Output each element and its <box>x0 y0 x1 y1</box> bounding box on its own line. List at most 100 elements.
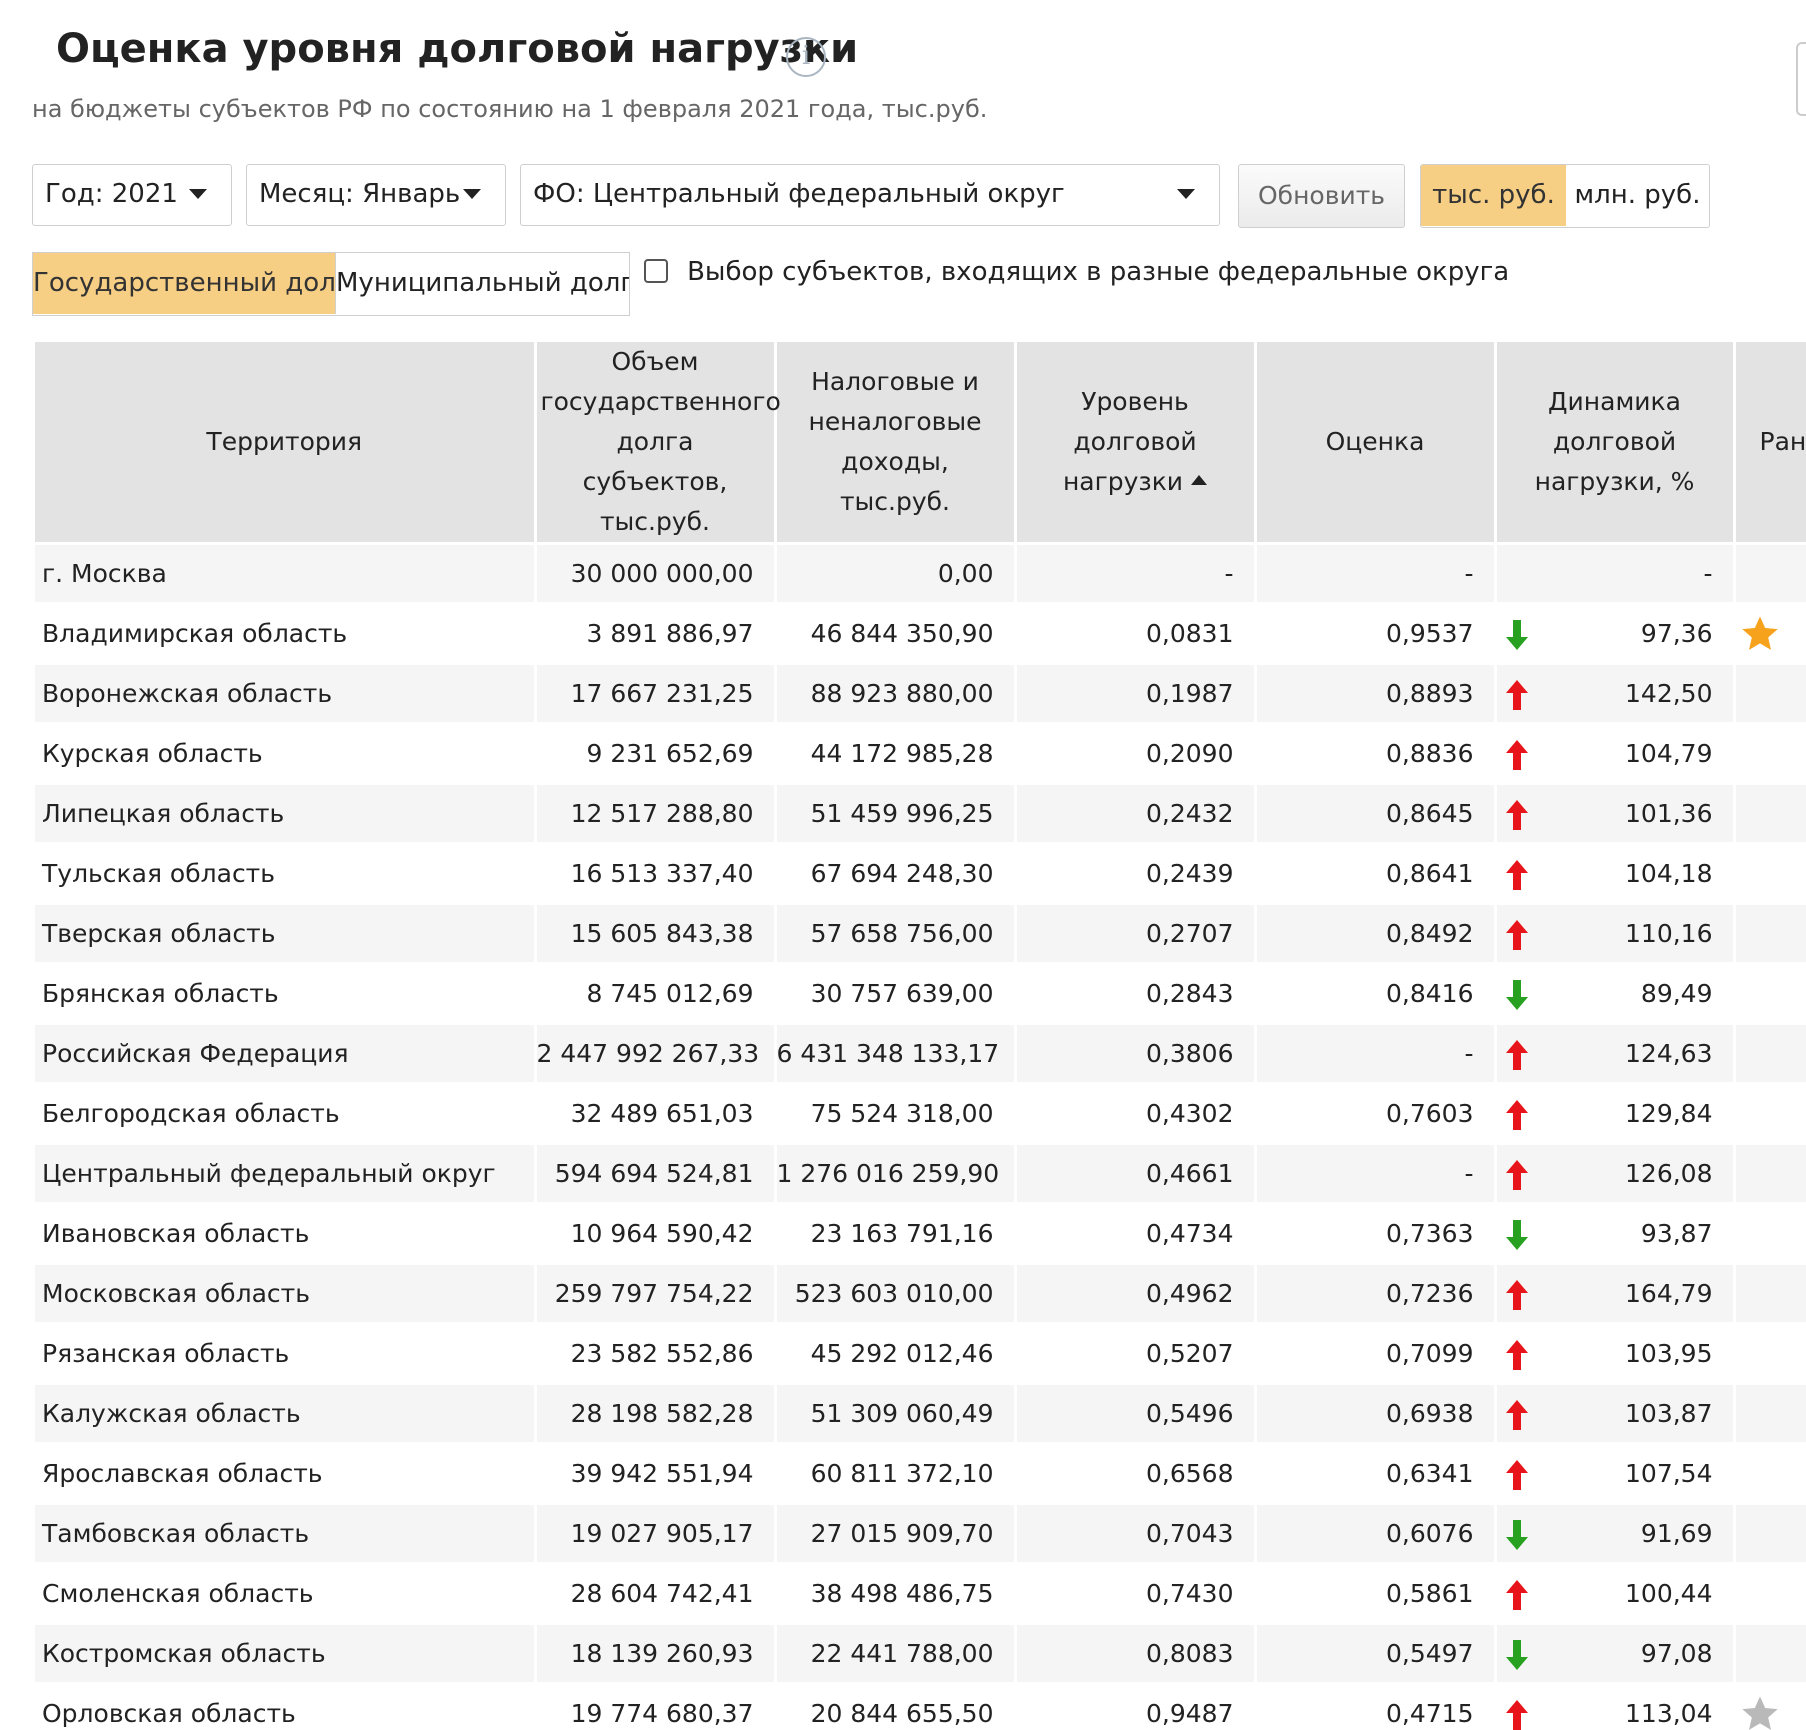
column-header-estimate[interactable]: Оценка <box>1255 342 1497 545</box>
tab-municipal-debt[interactable]: Муниципальный долг <box>335 253 629 314</box>
cell-debt-volume: 12 517 288,80 <box>535 783 777 845</box>
cell-dynamics-value: 124,63 <box>1625 1039 1713 1068</box>
cell-estimate: 0,6938 <box>1255 1383 1497 1445</box>
chevron-down-icon <box>1177 189 1195 199</box>
table-row[interactable]: Костромская область 18 139 260,93 22 441 7… <box>35 1623 1806 1685</box>
cell-level: 0,7043 <box>1015 1503 1257 1565</box>
cell-level: 0,6568 <box>1015 1443 1257 1505</box>
unit-million-button[interactable]: млн. руб. <box>1566 165 1709 226</box>
table-row[interactable]: Воронежская область 17 667 231,25 88 923 8… <box>35 663 1806 725</box>
sort-ascending-icon <box>1191 475 1208 485</box>
table-row[interactable]: Владимирская область 3 891 886,97 46 844 3… <box>35 603 1806 665</box>
arrow-up-icon <box>1505 1700 1528 1730</box>
year-select[interactable]: Год: 2021 <box>32 164 232 226</box>
table-row[interactable]: Смоленская область 28 604 742,41 38 498 48… <box>35 1563 1806 1625</box>
cell-rank <box>1734 603 1806 665</box>
cell-dynamics: 103,95 <box>1495 1323 1736 1385</box>
cell-debt-volume: 3 891 886,97 <box>535 603 777 665</box>
table-row[interactable]: Московская область 259 797 754,22 523 603 … <box>35 1263 1806 1325</box>
cell-level: 0,4962 <box>1015 1263 1257 1325</box>
cell-debt-volume: 594 694 524,81 <box>535 1143 777 1205</box>
column-header-debt-volume[interactable]: Объем государственного долга субъектов, … <box>535 342 781 545</box>
column-header-level[interactable]: Уровень долговой нагрузки <box>1015 342 1257 545</box>
cross-district-option[interactable]: Выбор субъектов, входящих в разные федер… <box>644 256 1509 296</box>
page-title: Оценка уровня долговой нагрузки <box>56 26 859 72</box>
tab-state-debt[interactable]: Государственный долг <box>33 253 349 314</box>
cell-rank <box>1734 1383 1806 1445</box>
cell-estimate: 0,6341 <box>1255 1443 1497 1505</box>
table-row[interactable]: Курская область 9 231 652,69 44 172 985,28… <box>35 723 1806 785</box>
cell-level: 0,4302 <box>1015 1083 1257 1145</box>
cell-level: 0,2432 <box>1015 783 1257 845</box>
cell-territory: Тверская область <box>35 903 537 965</box>
cell-rank <box>1734 1503 1806 1565</box>
table-row[interactable]: Калужская область 28 198 582,28 51 309 060… <box>35 1383 1806 1445</box>
info-icon[interactable]: i <box>786 37 826 77</box>
cell-estimate: 0,8641 <box>1255 843 1497 905</box>
cell-level: 0,2439 <box>1015 843 1257 905</box>
table-row[interactable]: Ивановская область 10 964 590,42 23 163 79… <box>35 1203 1806 1265</box>
cell-dynamics: 124,63 <box>1495 1023 1736 1085</box>
side-panel-handle[interactable] <box>1796 42 1806 116</box>
cell-dynamics-value: 93,87 <box>1640 1219 1713 1248</box>
table-row[interactable]: г. Москва 30 000 000,00 0,00- - - <box>35 543 1806 605</box>
cell-territory: Воронежская область <box>35 663 537 725</box>
table-row[interactable]: Рязанская область 23 582 552,86 45 292 012… <box>35 1323 1806 1385</box>
table-row[interactable]: Ярославская область 39 942 551,94 60 811 3… <box>35 1443 1806 1505</box>
cell-level: - <box>1015 543 1257 605</box>
unit-thousand-button[interactable]: тыс. руб. <box>1421 165 1566 226</box>
cell-dynamics-value: 113,04 <box>1625 1699 1713 1728</box>
cell-territory: г. Москва <box>35 543 537 605</box>
column-header-rank[interactable]: Ран <box>1734 342 1806 545</box>
cell-debt-volume: 9 231 652,69 <box>535 723 777 785</box>
cell-dynamics-value: 104,79 <box>1625 739 1713 768</box>
arrow-up-icon <box>1505 1580 1528 1610</box>
district-select-value: ФО: Центральный федеральный округ <box>533 179 1065 209</box>
cell-income: 45 292 012,46 <box>775 1323 1017 1385</box>
table-header-row: Территория Объем государственного долга … <box>35 342 1806 545</box>
table-row[interactable]: Центральный федеральный округ 594 694 524… <box>35 1143 1806 1205</box>
cell-income: 57 658 756,00 <box>775 903 1017 965</box>
table-row[interactable]: Тульская область 16 513 337,40 67 694 248,… <box>35 843 1806 905</box>
cell-dynamics-value: 97,36 <box>1640 619 1713 648</box>
table-row[interactable]: Белгородская область 32 489 651,03 75 524 … <box>35 1083 1806 1145</box>
table-row[interactable]: Орловская область 19 774 680,37 20 844 655… <box>35 1683 1806 1730</box>
cell-dynamics: 126,08 <box>1495 1143 1736 1205</box>
cell-debt-volume: 32 489 651,03 <box>535 1083 777 1145</box>
cell-rank <box>1734 1263 1806 1325</box>
cell-income: 38 498 486,75 <box>775 1563 1017 1625</box>
table-row[interactable]: Липецкая область 12 517 288,80 51 459 996,… <box>35 783 1806 845</box>
cell-dynamics-value: 100,44 <box>1625 1579 1713 1608</box>
column-header-income[interactable]: Налоговые и неналоговые доходы, тыс.руб. <box>775 342 1017 545</box>
page-subtitle: на бюджеты субъектов РФ по состоянию на … <box>32 95 988 123</box>
cell-debt-volume: 259 797 754,22 <box>535 1263 777 1325</box>
column-header-territory[interactable]: Территория <box>35 342 537 545</box>
arrow-up-icon <box>1505 800 1528 830</box>
cell-debt-volume: 15 605 843,38 <box>535 903 777 965</box>
arrow-down-icon <box>1505 1520 1528 1550</box>
cell-territory: Липецкая область <box>35 783 537 845</box>
cell-debt-volume: 16 513 337,40 <box>535 843 777 905</box>
cell-territory: Калужская область <box>35 1383 537 1445</box>
cell-debt-volume: 8 745 012,69 <box>535 963 777 1025</box>
chevron-down-icon <box>463 189 481 199</box>
column-header-dynamics[interactable]: Динамика долговой нагрузки, % <box>1495 342 1736 545</box>
cell-rank <box>1734 903 1806 965</box>
table-row[interactable]: Тамбовская область 19 027 905,17 27 015 90… <box>35 1503 1806 1565</box>
table-row[interactable]: Тверская область 15 605 843,38 57 658 756,… <box>35 903 1806 965</box>
cell-rank <box>1734 1623 1806 1685</box>
unit-toggle: тыс. руб. млн. руб. <box>1420 164 1710 228</box>
cell-rank <box>1734 1023 1806 1085</box>
district-select[interactable]: ФО: Центральный федеральный округ <box>520 164 1220 226</box>
table-row[interactable]: Российская Федерация 2 447 992 267,33 6 43… <box>35 1023 1806 1085</box>
month-select[interactable]: Месяц: Январь <box>246 164 506 226</box>
cell-level: 0,2707 <box>1015 903 1257 965</box>
cell-rank <box>1734 723 1806 785</box>
cross-district-checkbox[interactable] <box>644 259 668 283</box>
cell-rank <box>1734 1443 1806 1505</box>
cell-level: 0,4661 <box>1015 1143 1257 1205</box>
refresh-button[interactable]: Обновить <box>1238 164 1405 228</box>
cell-dynamics: 103,87 <box>1495 1383 1736 1445</box>
cell-income: 1 276 016 259,90 <box>775 1143 1017 1205</box>
table-row[interactable]: Брянская область 8 745 012,69 30 757 639,0… <box>35 963 1806 1025</box>
